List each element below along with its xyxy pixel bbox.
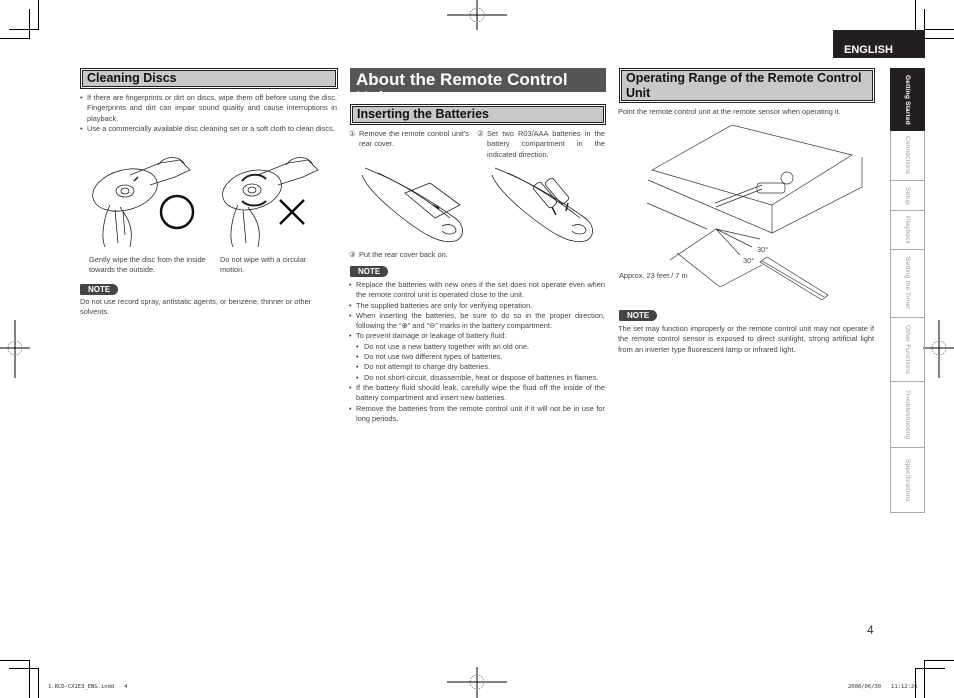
battery-notes: Replace the batteries with new ones if t…: [349, 280, 605, 424]
crop-mark: [924, 29, 954, 30]
crop-mark: [924, 38, 954, 39]
crop-mark: [9, 29, 39, 30]
step-1: ① Remove the remote control unit’s rear …: [349, 129, 469, 149]
page-number: 4: [867, 623, 874, 637]
caption-incorrect: Do not wipe with a circular motion.: [220, 255, 307, 275]
tab-setting-the-timer[interactable]: Setting the Timer: [890, 250, 925, 318]
angle-lower-label: 30°: [743, 256, 755, 265]
angle-upper-label: 30°: [757, 245, 769, 254]
distance-label: Approx. 23 feet / 7 m: [619, 271, 688, 280]
step-3: ③ Put the rear cover back on.: [349, 250, 448, 259]
crop-mark: [9, 668, 39, 669]
list-item: The supplied batteries are only for veri…: [349, 301, 605, 312]
list-item: Do not use a new battery together with a…: [349, 342, 605, 353]
disc-wipe-correct-illustration: [92, 157, 195, 248]
crop-mark: [29, 660, 30, 698]
caption-correct: Gently wipe the disc from the inside tow…: [89, 255, 206, 275]
operating-range-intro: Point the remote control unit at the rem…: [618, 107, 841, 116]
registration-mark-top: [447, 0, 507, 30]
operating-range-note-text: The set may function improperly or the r…: [618, 324, 874, 354]
chapter-tabs: Getting Started Connections Setup Playba…: [890, 68, 925, 513]
language-tab: ENGLISH: [833, 30, 925, 58]
crop-mark: [915, 0, 916, 30]
list-item: When inserting the batteries, be sure to…: [349, 311, 605, 332]
tab-getting-started[interactable]: Getting Started: [890, 68, 925, 131]
tab-troubleshooting[interactable]: Troubleshooting: [890, 382, 925, 448]
crop-mark: [38, 668, 39, 698]
list-item: If the battery fluid should leak, carefu…: [349, 383, 605, 404]
registration-mark-left: [0, 320, 30, 378]
remote-control-heading: About the Remote Control Unit: [350, 68, 606, 107]
note-badge: NOTE: [619, 310, 658, 321]
list-item: To prevent damage or leakage of battery …: [349, 331, 605, 342]
crop-mark: [915, 668, 945, 669]
footer-timestamp: 2008/06/30 11:12:26: [848, 684, 918, 690]
crop-mark: [38, 0, 39, 30]
tab-connections[interactable]: Connections: [890, 131, 925, 181]
step-2: ② Set two R03/AAA batteries in the batte…: [477, 129, 605, 159]
registration-mark-right: [923, 320, 954, 378]
list-item: Do not attempt to charge dry batteries.: [349, 362, 605, 373]
disc-wipe-incorrect-illustration: [222, 157, 319, 248]
cleaning-discs-heading: Cleaning Discs: [80, 68, 338, 89]
tab-setup[interactable]: Setup: [890, 181, 925, 211]
operating-range-heading: Operating Range of the Remote Control Un…: [619, 68, 875, 103]
list-item: Do not short-circuit, disassemble, heat …: [349, 373, 605, 384]
insert-batteries-illustration: [491, 167, 593, 243]
list-item: Remove the batteries from the remote con…: [349, 404, 605, 425]
list-item: Do not use two different types of batter…: [349, 352, 605, 363]
crop-mark: [29, 9, 30, 39]
tab-other-functions[interactable]: Other Functions: [890, 318, 925, 382]
tab-playback[interactable]: Playback: [890, 211, 925, 250]
crop-mark: [915, 668, 916, 698]
list-item: Replace the batteries with new ones if t…: [349, 280, 605, 301]
crop-mark: [0, 660, 30, 661]
registration-mark-bottom: [447, 667, 507, 698]
cleaning-bullets: If there are fingerprints or dirt on dis…: [80, 93, 337, 134]
list-item: Use a commercially available disc cleani…: [80, 124, 337, 135]
crop-mark: [0, 38, 30, 39]
inserting-batteries-heading: Inserting the Batteries: [350, 104, 606, 125]
crop-mark: [924, 660, 954, 661]
operating-range-illustration: [646, 125, 863, 301]
crop-mark: [924, 660, 925, 698]
note-badge: NOTE: [80, 284, 119, 295]
list-item: If there are fingerprints or dirt on dis…: [80, 93, 337, 124]
remove-cover-illustration: [361, 167, 463, 243]
cleaning-note-text: Do not use record spray, antistatic agen…: [80, 297, 312, 317]
footer-file-info: 1.RCD-CX1E3_ENG.indd 4: [48, 684, 128, 690]
tab-specifications[interactable]: Specifications: [890, 448, 925, 513]
note-badge: NOTE: [350, 266, 389, 277]
